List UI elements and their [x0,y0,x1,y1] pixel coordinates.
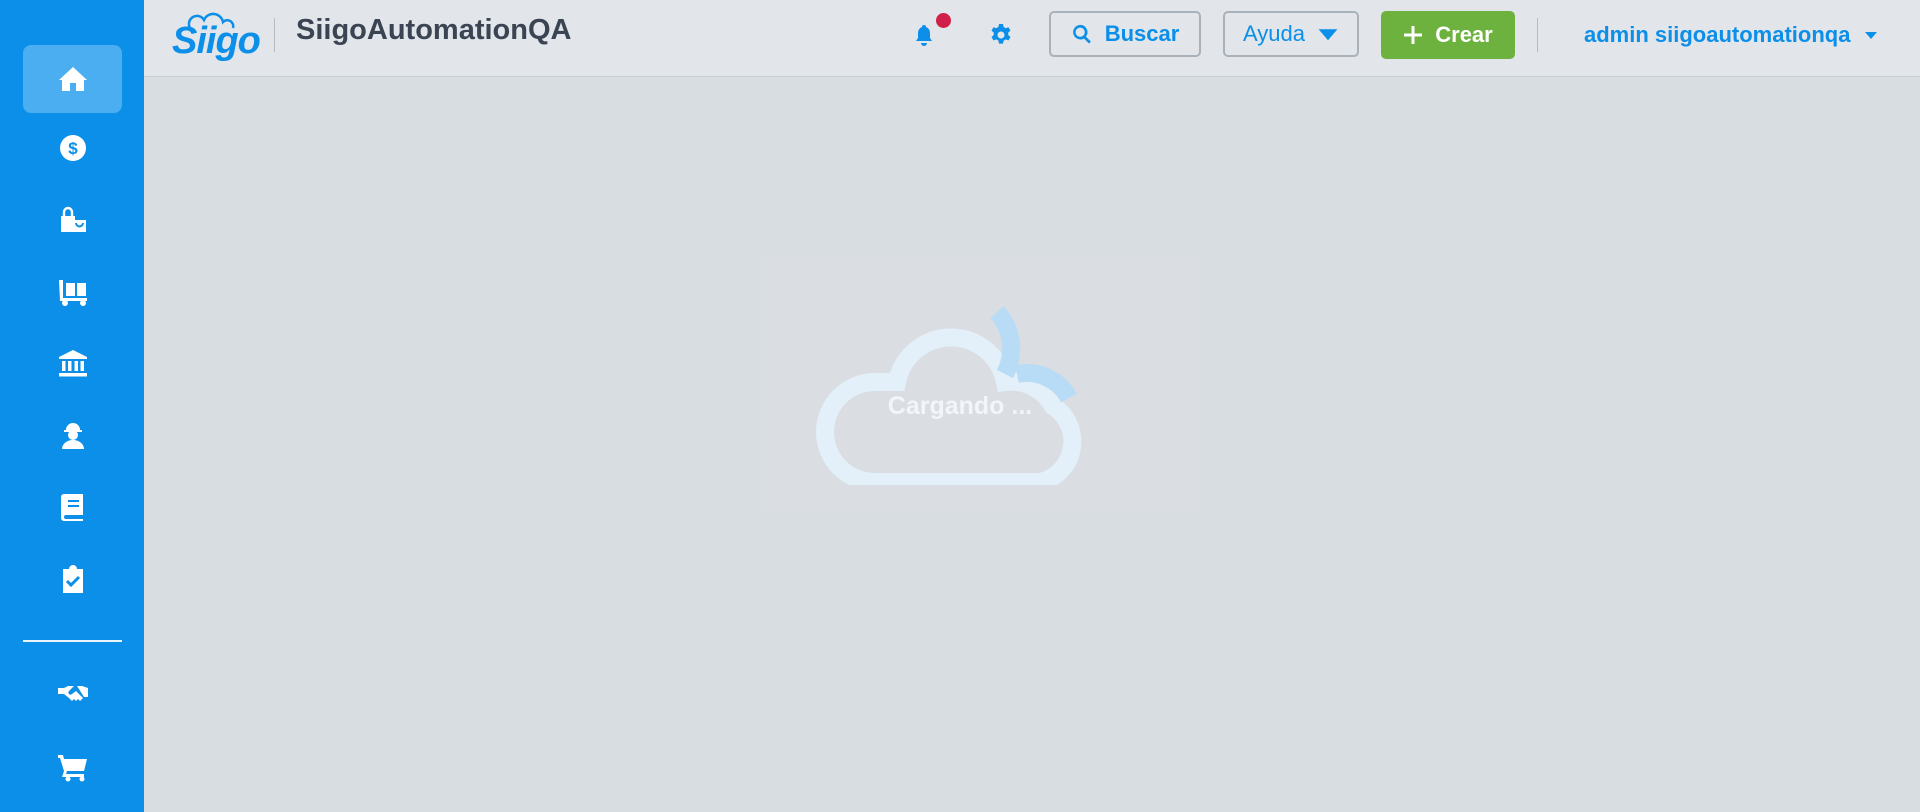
sidebar-item-cart[interactable] [23,733,122,801]
search-button[interactable]: Buscar [1049,11,1201,57]
help-label: Ayuda [1243,21,1305,46]
cart-icon [57,755,87,782]
sidebar-item-tasks[interactable] [23,545,122,613]
siigo-logo[interactable]: Siigo [172,10,261,60]
logo-text: Siigo [172,20,261,62]
sidebar-item-payroll[interactable] [23,401,122,469]
gear-icon [991,24,1011,44]
sidebar-item-home[interactable] [23,45,122,113]
home-icon [58,67,87,91]
dollar-icon: $ [59,135,86,161]
loading-text: Cargando ... [887,392,1033,420]
header-divider-right [1537,18,1538,52]
handshake-icon [57,686,88,701]
notification-badge [936,13,951,28]
settings-button[interactable] [984,18,1018,52]
sidebar-item-partners[interactable] [23,660,122,728]
create-label: Crear [1435,22,1493,47]
sidebar-item-purchases[interactable] [23,186,122,254]
search-label: Buscar [1104,21,1180,46]
caret-down-icon [1318,29,1338,41]
plus-icon [1404,26,1423,44]
bell-icon [916,25,932,46]
svg-text:$: $ [68,139,78,158]
loading-spinner [815,290,1105,491]
worker-icon [61,423,84,449]
sidebar-item-accounting[interactable] [23,473,122,541]
bank-icon [58,350,87,377]
create-button[interactable]: Crear [1381,11,1515,59]
search-icon [1072,24,1091,44]
dolly-icon [58,280,87,306]
caret-down-icon [1865,32,1878,39]
header-divider [274,18,275,52]
sidebar-item-inventory[interactable] [23,257,122,325]
top-header: Siigo SiigoAutomationQA Buscar Ayuda Cre… [144,0,1920,77]
user-menu[interactable]: admin siigoautomationqa [1584,20,1878,50]
book-icon [60,494,83,521]
user-name: admin siigoautomationqa [1584,22,1851,47]
company-name: SiigoAutomationQA [296,14,572,46]
sidebar: $ [0,0,144,812]
sidebar-item-banks[interactable] [23,329,122,397]
shopping-bag-icon [60,206,86,232]
sidebar-item-sales[interactable]: $ [23,114,122,182]
cloud-loader-icon [816,305,1082,491]
clipboard-check-icon [62,565,83,593]
sidebar-divider [23,640,122,642]
help-dropdown[interactable]: Ayuda [1223,11,1359,57]
